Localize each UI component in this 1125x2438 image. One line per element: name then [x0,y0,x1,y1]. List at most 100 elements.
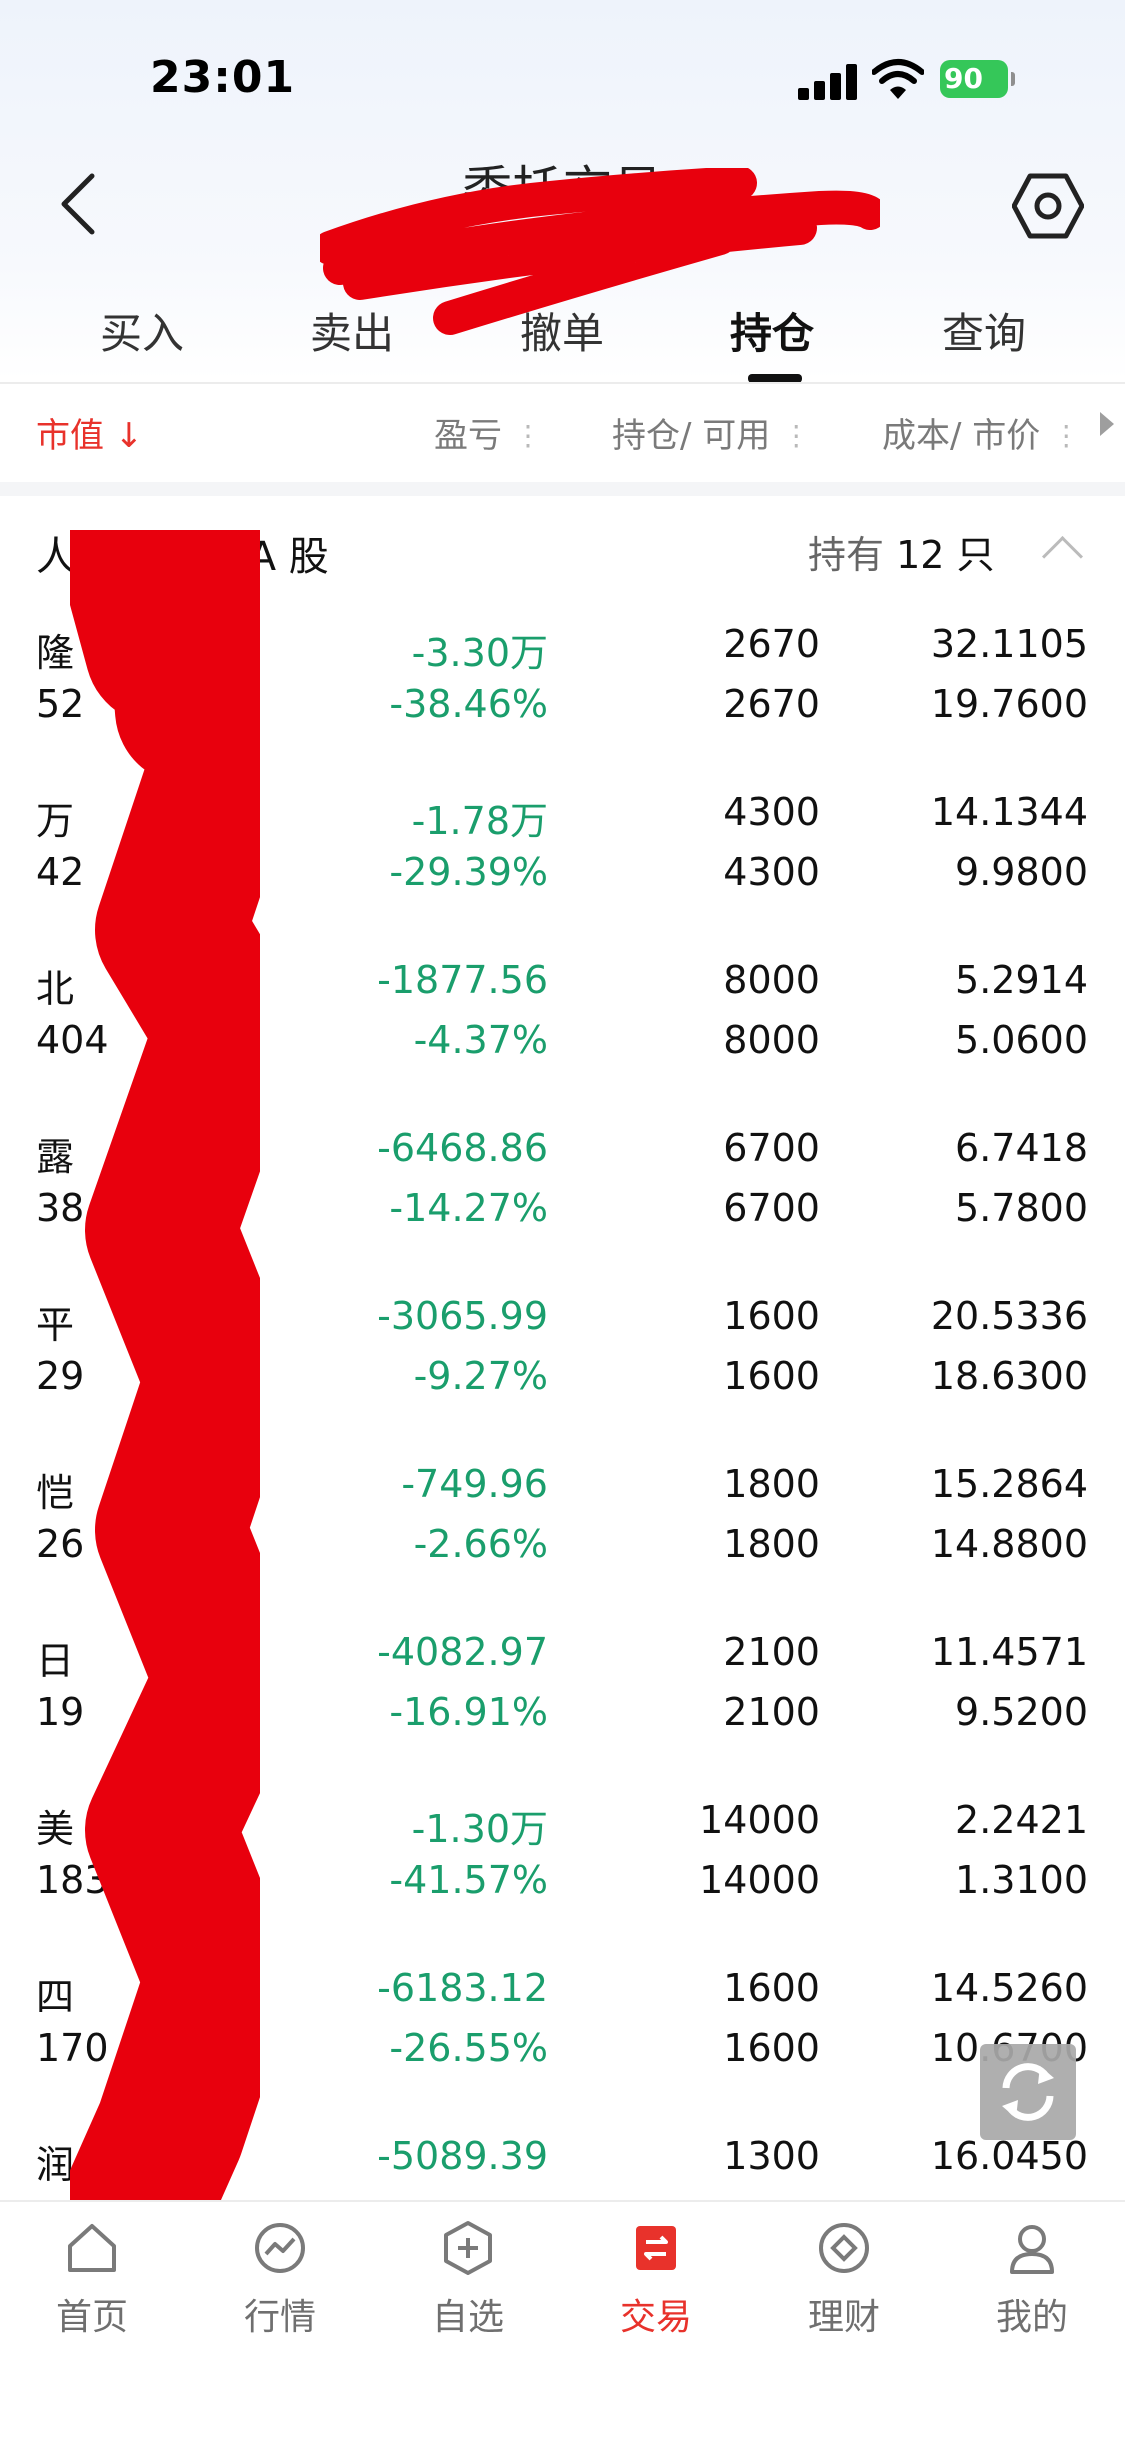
nav-market-label: 行情 [243,2297,316,2338]
watchlist-plus-icon [444,2221,492,2275]
pnl-percent: -4.37% [413,1018,548,1062]
nav-home[interactable]: 首页 [32,2220,152,2340]
available-qty: 6700 [723,1186,820,1230]
scroll-right-icon[interactable] [1100,412,1114,436]
pnl-amount: -3.30万 [411,631,548,675]
pnl-amount: -4082.97 [377,1630,548,1674]
cost-price: 6.7418 [955,1126,1088,1170]
column-cost[interactable]: 成本/ 市价 ⋮ [882,408,1080,457]
position-qty: 1600 [723,1966,820,2010]
market-price: 18.6300 [930,1354,1088,1398]
pnl-amount: -1877.56 [377,958,548,1002]
nav-wealth-label: 理财 [807,2297,880,2338]
bottom-navigation: 首页 行情 自选 交易 理财 我的 [0,2200,1125,2438]
holding-prefix: 持有 [808,533,885,577]
market-price: 19.7600 [930,682,1088,726]
trade-tabs: 买入 卖出 撤单 持仓 查询 [0,300,1125,380]
wifi-icon [872,59,924,99]
position-qty: 1300 [723,2134,820,2178]
divider [0,382,1125,384]
tab-query[interactable]: 查询 [904,300,1064,361]
holding-count: 持有 12 只 [808,524,995,579]
position-qty: 1600 [723,1294,820,1338]
tab-sell[interactable]: 卖出 [272,300,432,361]
stock-name: 隆 [36,631,75,675]
battery-indicator: 90 [940,60,1015,98]
position-qty: 8000 [723,958,820,1002]
settings-hexagon-icon[interactable] [1012,170,1084,242]
cost-price: 15.2864 [930,1462,1088,1506]
cost-price: 14.5260 [930,1966,1088,2010]
collapse-chevron-icon[interactable] [1041,535,1084,578]
stock-name: 万 [36,799,75,843]
pnl-percent: -2.66% [413,1522,548,1566]
available-qty: 2100 [723,1690,820,1734]
column-position-label: 持仓/ 可用 [612,416,771,456]
nav-wealth[interactable]: 理财 [784,2220,904,2340]
holding-suffix: 只 [956,533,995,577]
stock-name: 北 [36,967,75,1011]
position-qty: 2670 [723,622,820,666]
refresh-button[interactable] [980,2044,1076,2140]
nav-trade-label: 交易 [619,2297,692,2338]
nav-profile-label: 我的 [995,2297,1068,2338]
market-price: 9.9800 [955,850,1088,894]
tab-positions[interactable]: 持仓 [692,300,852,361]
available-qty: 14000 [699,1858,820,1902]
pnl-amount: -749.96 [401,1462,548,1506]
available-qty: 8000 [723,1018,820,1062]
market-price: 5.7800 [955,1186,1088,1230]
nav-watchlist-label: 自选 [431,2297,504,2338]
pnl-amount: -1.78万 [411,799,548,843]
market-price: 14.8800 [930,1522,1088,1566]
status-time: 23:01 [150,52,296,103]
available-qty: 1600 [723,1354,820,1398]
nav-market[interactable]: 行情 [220,2220,340,2340]
column-menu-icon: ⋮ [1052,419,1081,452]
pnl-percent: -16.91% [389,1690,548,1734]
position-qty: 6700 [723,1126,820,1170]
pnl-amount: -1.30万 [411,1807,548,1851]
pnl-amount: -6183.12 [377,1966,548,2010]
stock-name: 美 [36,1807,75,1851]
market-price: 9.5200 [955,1690,1088,1734]
column-position[interactable]: 持仓/ 可用 ⋮ [612,408,810,457]
pnl-percent: -26.55% [389,2026,548,2070]
column-cost-label: 成本/ 市价 [882,416,1041,456]
stock-name: 润 [36,2143,75,2187]
position-qty: 2100 [723,1630,820,1674]
refresh-icon [1002,2063,1054,2121]
stock-name: 露 [36,1135,75,1179]
nav-trade[interactable]: 交易 [596,2220,716,2340]
pnl-percent: -9.27% [413,1354,548,1398]
cost-price: 32.1105 [930,622,1088,666]
wealth-diamond-icon [819,2223,869,2273]
nav-watchlist[interactable]: 自选 [408,2220,528,2340]
market-price: 5.0600 [955,1018,1088,1062]
pnl-amount: -5089.39 [377,2134,548,2178]
cost-price: 11.4571 [930,1630,1088,1674]
stock-name: 平 [36,1303,75,1347]
pnl-percent: -14.27% [389,1186,548,1230]
column-menu-icon: ⋮ [782,419,811,452]
nav-home-label: 首页 [55,2297,128,2338]
pnl-amount: -6468.86 [377,1126,548,1170]
cost-price: 5.2914 [955,958,1088,1002]
nav-profile[interactable]: 我的 [972,2220,1092,2340]
market-chart-icon [255,2223,305,2273]
cost-price: 20.5336 [930,1294,1088,1338]
cost-price: 2.2421 [955,1798,1088,1842]
position-qty: 14000 [699,1798,820,1842]
home-icon [68,2224,116,2272]
cost-price: 14.1344 [930,790,1088,834]
position-qty: 1800 [723,1462,820,1506]
available-qty: 4300 [723,850,820,894]
column-pnl-label: 盈亏 [434,416,502,456]
holding-number: 12 [896,533,945,577]
sort-market-value[interactable]: 市值 ↓ [36,408,143,457]
tab-cancel-order[interactable]: 撤单 [482,300,642,361]
pnl-amount: -3065.99 [377,1294,548,1338]
tab-buy[interactable]: 买入 [62,300,222,361]
pnl-percent: -29.39% [389,850,548,894]
column-pnl[interactable]: 盈亏 ⋮ [434,408,542,457]
